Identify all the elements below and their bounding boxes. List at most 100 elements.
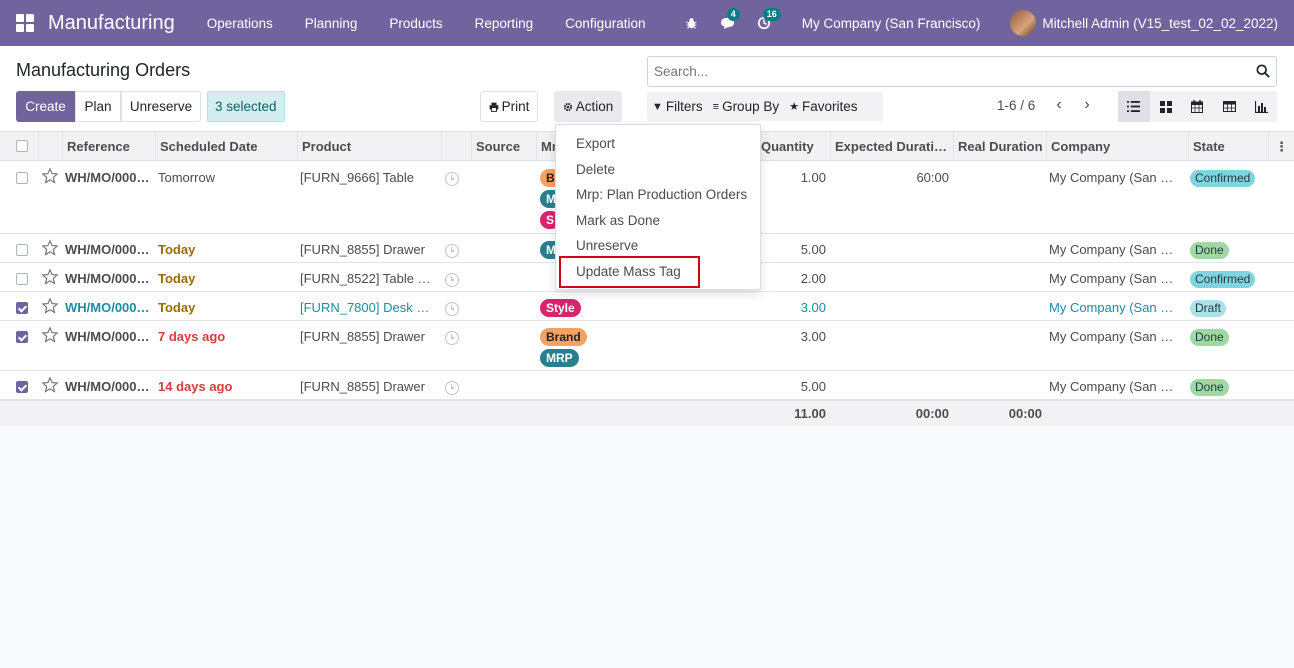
- column-priority: [38, 132, 62, 161]
- table-row[interactable]: WH/MO/000… Today [FURN_7800] Desk … Style 3.…: [0, 292, 1294, 321]
- tag-badge: Brand: [540, 328, 587, 346]
- activity-clock-icon[interactable]: [445, 273, 459, 287]
- priority-star-icon[interactable]: [41, 376, 59, 394]
- cell-reference: WH/MO/000…: [65, 300, 150, 315]
- priority-star-icon[interactable]: [41, 326, 59, 344]
- pager-previous-icon[interactable]: ‹: [1052, 96, 1066, 114]
- cell-quantity: 5.00: [800, 379, 826, 394]
- status-badge: Done: [1190, 329, 1229, 346]
- action-button[interactable]: Action: [554, 91, 622, 122]
- apps-menu-icon[interactable]: [16, 14, 34, 32]
- cell-product: [FURN_8855] Drawer: [300, 242, 425, 257]
- activity-clock-icon[interactable]: [445, 331, 459, 345]
- priority-star-icon[interactable]: [41, 268, 59, 286]
- menu-reporting[interactable]: Reporting: [459, 16, 550, 31]
- row-checkbox[interactable]: [16, 381, 28, 393]
- filters-dropdown[interactable]: ▼ Filters: [647, 99, 708, 114]
- list-view-icon[interactable]: [1118, 91, 1150, 122]
- cell-scheduled-date: 7 days ago: [158, 329, 226, 344]
- action-delete[interactable]: Delete: [576, 162, 615, 177]
- kanban-view-icon[interactable]: [1150, 91, 1182, 122]
- pager-next-icon[interactable]: ›: [1080, 96, 1094, 114]
- favorites-label: Favorites: [801, 99, 858, 114]
- column-reference[interactable]: Reference: [62, 132, 155, 161]
- activities-clock-icon[interactable]: 16: [756, 8, 781, 31]
- menu-configuration[interactable]: Configuration: [549, 16, 661, 31]
- messages-icon[interactable]: 4: [720, 8, 740, 31]
- search-input[interactable]: [648, 57, 1238, 86]
- favorites-dropdown[interactable]: ★ Favorites: [784, 99, 862, 114]
- action-unreserve[interactable]: Unreserve: [576, 238, 638, 253]
- action-mark-as-done[interactable]: Mark as Done: [576, 213, 660, 228]
- search-icon[interactable]: [1256, 64, 1270, 78]
- menu-products[interactable]: Products: [373, 16, 458, 31]
- row-checkbox[interactable]: [16, 331, 28, 343]
- cell-product: [FURN_8855] Drawer: [300, 379, 425, 394]
- status-badge: Confirmed: [1190, 170, 1256, 187]
- priority-star-icon[interactable]: [41, 167, 59, 185]
- priority-star-icon[interactable]: [41, 297, 59, 315]
- view-switcher: [1118, 91, 1277, 122]
- groupby-dropdown[interactable]: ≡ Group By: [708, 99, 784, 114]
- cell-product: [FURN_8855] Drawer: [300, 329, 425, 344]
- action-label: Action: [575, 99, 614, 114]
- column-expected-duration[interactable]: Expected Durati…: [830, 132, 953, 161]
- cell-company: My Company (San F…: [1049, 300, 1181, 315]
- table-row[interactable]: WH/MO/000… 7 days ago [FURN_8855] Drawer Br…: [0, 321, 1294, 371]
- table-row[interactable]: WH/MO/000… 14 days ago [FURN_8855] Drawer 5…: [0, 371, 1294, 400]
- column-scheduled-date[interactable]: Scheduled Date: [155, 132, 297, 161]
- optional-columns-kebab-icon[interactable]: ⋮: [1268, 132, 1294, 161]
- page-title: Manufacturing Orders: [16, 60, 191, 80]
- activity-clock-icon[interactable]: [445, 302, 459, 316]
- activity-clock-icon[interactable]: [445, 381, 459, 395]
- row-checkbox[interactable]: [16, 244, 28, 256]
- unreserve-button[interactable]: Unreserve: [121, 91, 201, 122]
- graph-view-icon[interactable]: [1245, 91, 1277, 122]
- row-checkbox[interactable]: [16, 302, 28, 314]
- column-product[interactable]: Product: [297, 132, 441, 161]
- plan-button[interactable]: Plan: [75, 91, 121, 122]
- search-box[interactable]: [647, 56, 1277, 87]
- cell-product: [FURN_7800] Desk …: [300, 300, 430, 315]
- cell-reference: WH/MO/000…: [65, 329, 150, 344]
- column-state[interactable]: State: [1188, 132, 1268, 161]
- top-navbar: Manufacturing Operations Planning Produc…: [0, 0, 1294, 46]
- column-company[interactable]: Company: [1046, 132, 1188, 161]
- print-label: Print: [501, 99, 530, 114]
- bug-icon[interactable]: [684, 15, 700, 31]
- row-checkbox[interactable]: [16, 273, 28, 285]
- cell-company: My Company (San F…: [1049, 271, 1181, 286]
- star-icon: ★: [789, 101, 799, 113]
- priority-star-icon[interactable]: [41, 239, 59, 257]
- company-switcher[interactable]: My Company (San Francisco): [802, 16, 981, 31]
- tag-badge: Style: [540, 299, 581, 317]
- menu-operations[interactable]: Operations: [191, 16, 289, 31]
- pager-value[interactable]: 1-6 / 6: [997, 98, 1035, 113]
- menu-planning[interactable]: Planning: [289, 16, 374, 31]
- row-checkbox[interactable]: [16, 172, 28, 184]
- app-name[interactable]: Manufacturing: [48, 12, 175, 35]
- cell-scheduled-date: Today: [158, 242, 196, 257]
- cell-quantity: 5.00: [800, 242, 826, 257]
- action-plan-production-orders[interactable]: Mrp: Plan Production Orders: [576, 187, 747, 202]
- column-real-duration[interactable]: Real Duration: [953, 132, 1046, 161]
- gear-icon: [563, 102, 572, 111]
- pivot-view-icon[interactable]: [1213, 91, 1245, 122]
- select-all-checkbox[interactable]: [16, 140, 28, 152]
- action-export[interactable]: Export: [576, 136, 615, 151]
- user-menu[interactable]: Mitchell Admin (V15_test_02_02_2022): [1042, 16, 1278, 31]
- column-quantity[interactable]: Quantity: [756, 132, 830, 161]
- column-source[interactable]: Source: [471, 132, 536, 161]
- activity-clock-icon[interactable]: [445, 172, 459, 186]
- user-avatar[interactable]: [1010, 10, 1037, 36]
- groupby-label: Group By: [722, 99, 780, 114]
- search-options-bar: ▼ Filters ≡ Group By ★ Favorites: [647, 92, 883, 121]
- cell-scheduled-date: 14 days ago: [158, 379, 233, 394]
- create-button[interactable]: Create: [16, 91, 75, 122]
- activity-clock-icon[interactable]: [445, 244, 459, 258]
- calendar-view-icon[interactable]: [1182, 91, 1214, 122]
- cell-reference: WH/MO/000…: [65, 170, 150, 185]
- print-button[interactable]: Print: [480, 91, 538, 122]
- status-badge: Confirmed: [1190, 271, 1256, 288]
- total-expected-duration: 00:00: [915, 406, 949, 421]
